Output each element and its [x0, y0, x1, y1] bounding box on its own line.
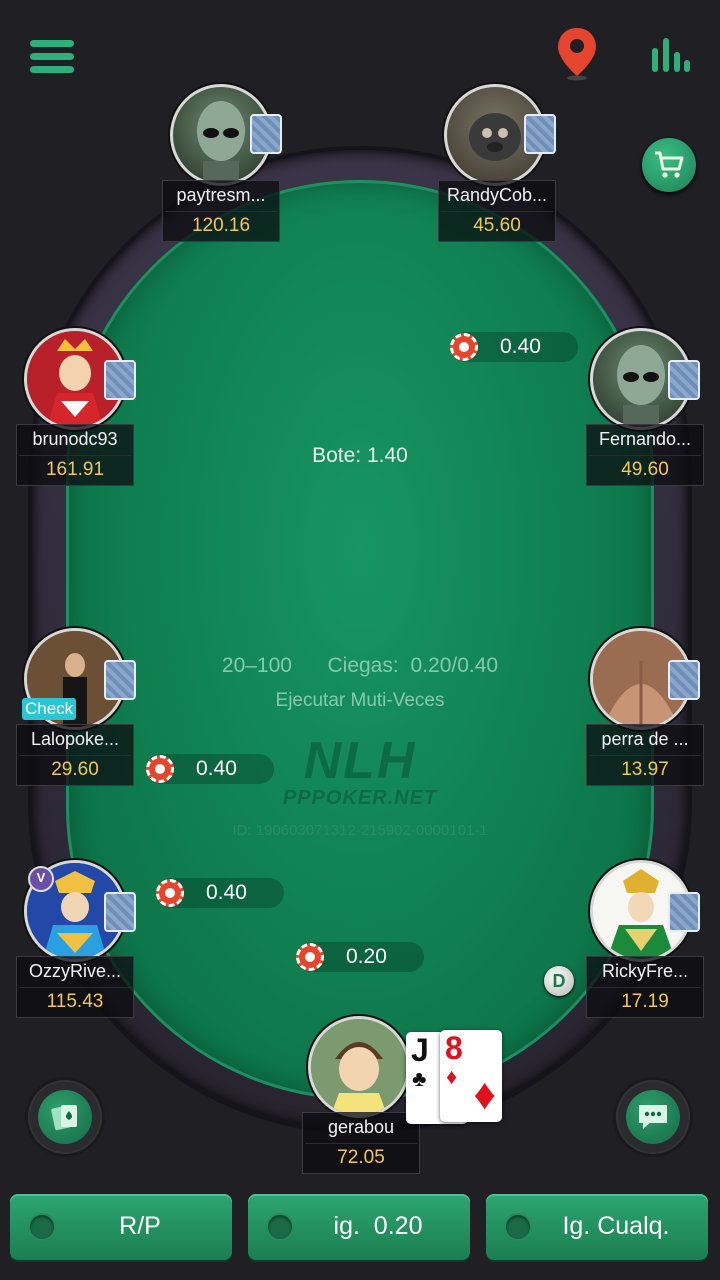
hole-cards-icon: [104, 360, 136, 400]
cards-button[interactable]: [28, 1080, 102, 1154]
dealer-button: D: [544, 966, 574, 996]
logo-text: NLH: [303, 732, 417, 790]
avatar: [308, 1016, 410, 1118]
player-namebox: OzzyRive... 115.43: [16, 956, 134, 1018]
bet-amount: 0.20: [346, 945, 387, 968]
hole-cards-icon: [668, 892, 700, 932]
player-namebox: perra de ... 13.97: [586, 724, 704, 786]
player-name: Fernando...: [598, 429, 692, 449]
chip-icon: [450, 333, 478, 361]
location-pin-icon[interactable]: [556, 26, 598, 82]
player-stack: 72.05: [305, 1143, 417, 1172]
bet-fernando: 0.40: [450, 332, 578, 362]
vip-badge-icon: V: [28, 866, 54, 892]
hole-card-2: 8 ♦ ♦: [440, 1030, 502, 1122]
player-stack: 115.43: [19, 987, 131, 1016]
player-namebox: gerabou 72.05: [302, 1112, 420, 1174]
player-namebox: RandyCob... 45.60: [438, 180, 556, 242]
chip-icon: [156, 879, 184, 907]
table-blinds: 20–100 Ciegas: 0.20/0.40: [160, 654, 560, 678]
player-stack: 45.60: [441, 211, 553, 240]
player-name: RandyCob...: [446, 185, 548, 205]
player-name: OzzyRive...: [28, 961, 121, 981]
player-stack: 13.97: [589, 755, 701, 784]
card-suit: ♦: [446, 1064, 458, 1089]
hole-cards-icon: [524, 114, 556, 154]
player-namebox: Fernando... 49.60: [586, 424, 704, 486]
bet-amount: 0.40: [206, 881, 247, 904]
menu-icon[interactable]: [30, 40, 74, 74]
bet-hero: 0.20: [296, 942, 424, 972]
player-name: gerabou: [327, 1117, 395, 1137]
bet-amount: 0.40: [500, 335, 541, 358]
pot-label: Bote: 1.40: [312, 444, 408, 467]
player-name: paytresm...: [176, 185, 266, 205]
player-stack: 29.60: [19, 755, 131, 784]
logo-site: PPPOKER.NET: [282, 787, 438, 809]
hole-cards-icon: [250, 114, 282, 154]
bet-amount: 0.40: [196, 757, 237, 780]
call-label: ig. 0.20: [333, 1212, 423, 1240]
hole-cards-icon: [104, 892, 136, 932]
card-suit: ♣: [412, 1066, 427, 1091]
player-name: perra de ...: [601, 729, 689, 749]
hand-id: ID: 190603071312-215902-0000101-1: [232, 822, 488, 839]
card-suit-large: ♦: [473, 1070, 496, 1119]
player-stack: 49.60: [589, 455, 701, 484]
card-rank: J: [411, 1032, 429, 1068]
player-stack: 17.19: [589, 987, 701, 1016]
run-mode-label: Ejecutar Muti-Veces: [275, 690, 445, 711]
call-button[interactable]: ig. 0.20: [248, 1194, 470, 1260]
hero-hole-cards: J ♣ 8 ♦ ♦: [406, 1030, 506, 1126]
stats-bars-icon[interactable]: [650, 38, 690, 72]
bet-lalopoke: 0.40: [146, 754, 274, 784]
blinds-label: Ciegas: 0.20/0.40: [327, 654, 499, 677]
player-name: Lalopoke...: [30, 729, 120, 749]
stakes-label: 20–100: [221, 654, 292, 677]
hole-cards-icon: [668, 660, 700, 700]
fold-label: R/P: [119, 1212, 161, 1240]
call-any-label: Ig. Cualq.: [562, 1212, 670, 1240]
player-namebox: paytresm... 120.16: [162, 180, 280, 242]
check-action-badge: Check: [22, 698, 77, 720]
chip-icon: [146, 755, 174, 783]
player-namebox: Lalopoke... 29.60: [16, 724, 134, 786]
player-namebox: brunodc93 161.91: [16, 424, 134, 486]
player-namebox: RickyFre... 17.19: [586, 956, 704, 1018]
player-name: brunodc93: [32, 429, 118, 449]
cards-icon: [38, 1090, 92, 1144]
player-stack: 161.91: [19, 455, 131, 484]
shopping-cart-icon[interactable]: [642, 138, 696, 192]
bet-ozzyrive: 0.40: [156, 878, 284, 908]
player-name: RickyFre...: [601, 961, 688, 981]
chat-icon: [626, 1090, 680, 1144]
player-stack: 120.16: [165, 211, 277, 240]
card-rank: 8: [445, 1030, 463, 1066]
fold-button[interactable]: R/P: [10, 1194, 232, 1260]
hole-cards-icon: [104, 660, 136, 700]
chip-icon: [296, 943, 324, 971]
chat-button[interactable]: [616, 1080, 690, 1154]
table-logo: NLH PPPOKER.NET: [270, 735, 450, 810]
call-any-button[interactable]: Ig. Cualq.: [486, 1194, 708, 1260]
hole-cards-icon: [668, 360, 700, 400]
